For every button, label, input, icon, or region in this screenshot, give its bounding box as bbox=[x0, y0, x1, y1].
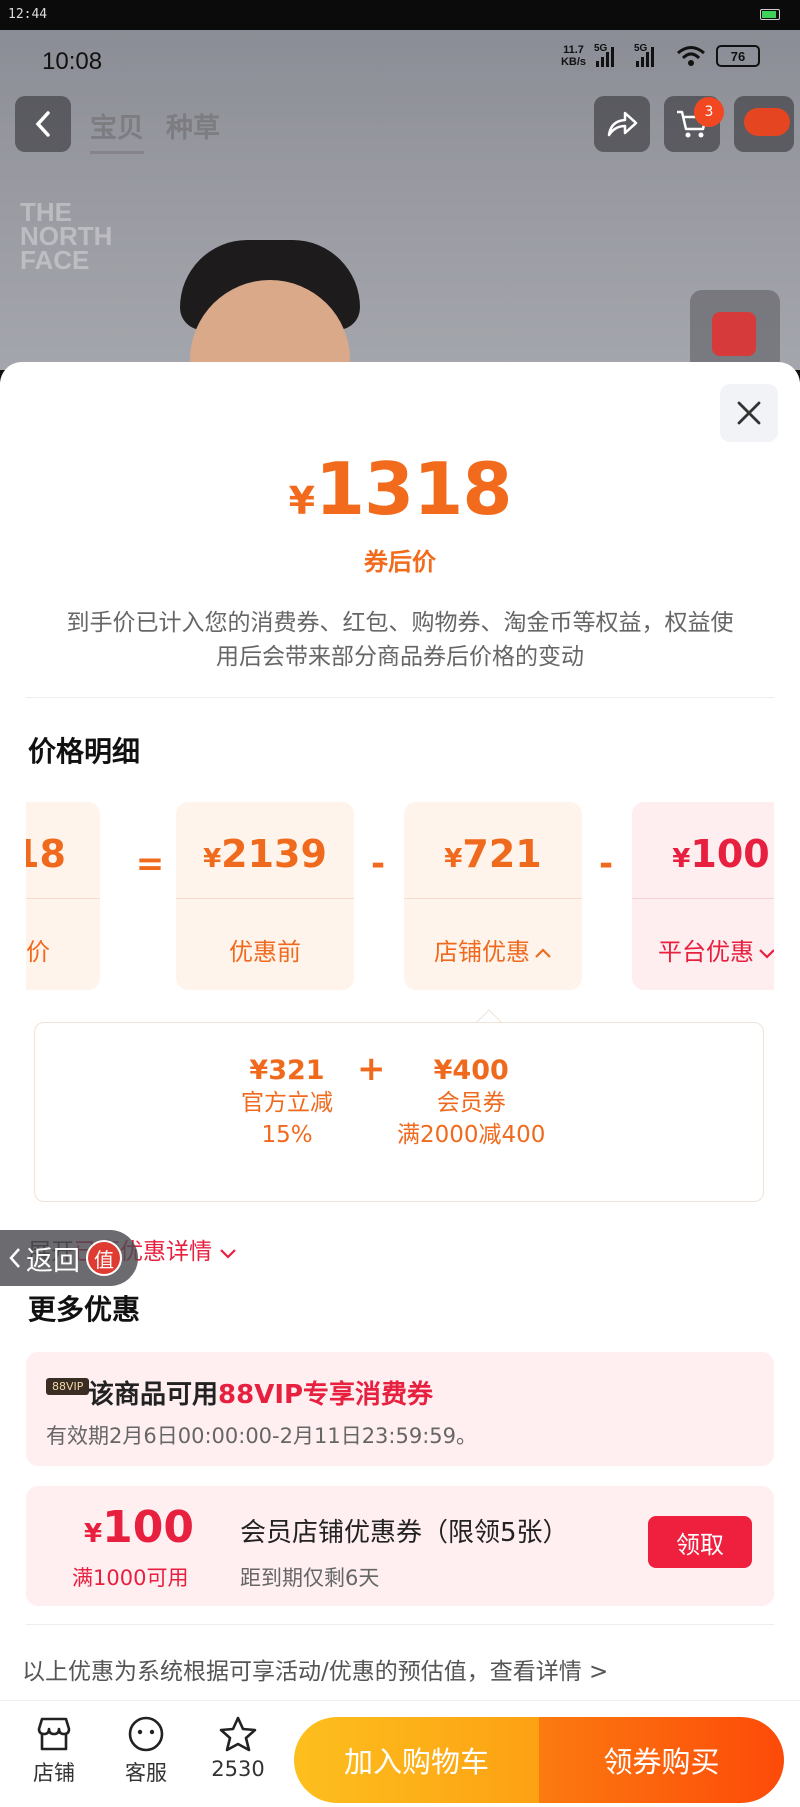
zhi-badge: 值 bbox=[86, 1240, 122, 1276]
service-icon bbox=[128, 1716, 164, 1752]
floating-back-button[interactable]: 返回 值 bbox=[0, 1230, 138, 1286]
star-icon bbox=[219, 1716, 257, 1752]
formula-before-amount: ¥2139 bbox=[203, 832, 327, 876]
final-price-amount: 1318 bbox=[315, 447, 512, 531]
formula-final-amount: 318 bbox=[26, 832, 66, 876]
breakdown-title: 价格明细 bbox=[28, 735, 141, 768]
status-time: 10:08 bbox=[42, 48, 103, 75]
net-speed: 11.7 KB/s bbox=[561, 44, 586, 68]
chevron-down-icon bbox=[220, 1249, 237, 1259]
service-label: 客服 bbox=[125, 1761, 167, 1785]
chevron-up-icon bbox=[535, 948, 551, 958]
chart-button[interactable] bbox=[690, 290, 780, 370]
formula-card-before: ¥2139 优惠前 bbox=[176, 802, 354, 990]
net-speed-unit: KB/s bbox=[560, 56, 586, 68]
formula-before-label: 优惠前 bbox=[229, 938, 301, 966]
shop-icon bbox=[37, 1717, 71, 1751]
formula-platform-amount: ¥100 bbox=[672, 832, 770, 876]
signal-icon-2: 5G bbox=[634, 43, 666, 67]
coupon-title: 会员店铺优惠券（限领5张） bbox=[240, 1518, 569, 1548]
battery-indicator: 76 bbox=[716, 45, 760, 67]
system-battery-icon bbox=[760, 9, 780, 20]
coupon-expiry: 距到期仅剩6天 bbox=[240, 1566, 380, 1590]
wifi-icon bbox=[677, 46, 705, 66]
shop-coupon-card: ¥100 满1000可用 会员店铺优惠券（限领5张） 距到期仅剩6天 领取 bbox=[26, 1486, 774, 1606]
system-strip: 12:44 bbox=[0, 0, 800, 30]
op-minus-2: - bbox=[598, 844, 614, 884]
status-bar: 10:08 11.7 KB/s 5G 5G 76 bbox=[0, 30, 800, 90]
op-equals: = bbox=[135, 844, 165, 884]
close-button[interactable] bbox=[720, 384, 778, 442]
tab-grass[interactable]: 种草 bbox=[166, 106, 220, 154]
price-formula: 318 后价 = ¥2139 优惠前 - ¥721 店铺优惠 - ¥100 平台… bbox=[26, 802, 774, 992]
message-badge bbox=[744, 108, 790, 136]
coupon-amount: ¥100 bbox=[84, 1502, 194, 1553]
formula-card-shop[interactable]: ¥721 店铺优惠 bbox=[404, 802, 582, 990]
vip-validity: 有效期2月6日00:00:00-2月11日23:59:59。 bbox=[46, 1424, 478, 1448]
op-plus: + bbox=[357, 1049, 386, 1089]
formula-card-final: 318 后价 bbox=[26, 802, 100, 990]
divider bbox=[26, 697, 774, 698]
shop-discount-detail: ¥321 官方立减 15% + ¥400 会员券 满2000减400 bbox=[34, 1022, 764, 1202]
detail-member-detail: 满2000减400 bbox=[397, 1122, 546, 1148]
divider bbox=[26, 1624, 774, 1625]
back-button[interactable] bbox=[15, 96, 71, 152]
formula-final-label: 后价 bbox=[26, 938, 50, 966]
more-title: 更多优惠 bbox=[28, 1293, 141, 1326]
share-button[interactable] bbox=[594, 96, 650, 152]
chevron-down-icon bbox=[759, 949, 774, 959]
signal-icon: 5G bbox=[594, 43, 626, 67]
claim-coupon-button[interactable]: 领取 bbox=[648, 1516, 752, 1568]
vip-voucher-card[interactable]: 88VIP 该商品可用88VIP专享消费券 有效期2月6日00:00:00-2月… bbox=[26, 1352, 774, 1466]
final-price-currency: ¥ bbox=[288, 479, 316, 523]
price-detail-sheet: ¥1318 券后价 到手价已计入您的消费券、红包、购物券、淘金币等权益，权益使用… bbox=[0, 362, 800, 1807]
coupon-condition: 满1000可用 bbox=[72, 1566, 189, 1590]
system-clock: 12:44 bbox=[8, 7, 48, 22]
chevron-left-icon bbox=[9, 1248, 20, 1268]
brand-logo: THE NORTH FACE bbox=[20, 197, 113, 275]
formula-card-platform[interactable]: ¥100 平台优惠 bbox=[632, 802, 774, 990]
detail-member-name: 会员券 bbox=[436, 1090, 506, 1116]
final-price-label: 券后价 bbox=[364, 548, 436, 576]
nav-tabs: 宝贝 种草 bbox=[90, 106, 220, 154]
op-minus-1: - bbox=[370, 844, 386, 884]
action-footer: 店铺 客服 2530 加入购物车 领券购买 bbox=[0, 1700, 800, 1807]
product-photo: THE NORTH FACE 10:08 11.7 KB/s 5G 5G 76 … bbox=[0, 30, 800, 370]
net-speed-value: 11.7 bbox=[563, 44, 584, 56]
chevron-left-icon bbox=[35, 111, 50, 137]
tab-item[interactable]: 宝贝 bbox=[90, 106, 144, 154]
price-notice: 到手价已计入您的消费券、红包、购物券、淘金币等权益，权益使用后会带来部分商品券后… bbox=[66, 610, 734, 670]
detail-item-member: ¥400 会员券 满2000减400 bbox=[397, 1055, 545, 1151]
signal-label-1: 5G bbox=[594, 43, 608, 54]
shop-button[interactable]: 店铺 bbox=[14, 1715, 94, 1787]
share-icon bbox=[607, 111, 638, 137]
signal-label-2: 5G bbox=[634, 43, 648, 54]
favorite-count: 2530 bbox=[211, 1757, 265, 1781]
formula-platform-label: 平台优惠 bbox=[632, 932, 774, 967]
final-price: ¥1318 bbox=[0, 447, 800, 531]
detail-member-value: ¥400 bbox=[433, 1055, 509, 1086]
formula-shop-label: 店铺优惠 bbox=[404, 932, 582, 967]
detail-official-detail: 15% bbox=[261, 1122, 313, 1148]
shop-label: 店铺 bbox=[33, 1761, 75, 1785]
service-button[interactable]: 客服 bbox=[106, 1715, 186, 1787]
formula-shop-amount: ¥721 bbox=[444, 832, 542, 876]
vip-title: 该商品可用88VIP专享消费券 bbox=[88, 1380, 434, 1410]
detail-official-name: 官方立减 bbox=[241, 1090, 333, 1116]
floating-back-label: 返回 bbox=[26, 1245, 80, 1277]
estimate-disclaimer-link[interactable]: 以上优惠为系统根据可享活动/优惠的预估值，查看详情 > bbox=[22, 1652, 608, 1686]
detail-official-value: ¥321 bbox=[249, 1055, 325, 1086]
detail-item-official: ¥321 官方立减 15% bbox=[241, 1055, 333, 1151]
buy-with-coupon-button[interactable]: 领券购买 bbox=[539, 1717, 784, 1803]
chart-icon bbox=[712, 312, 756, 356]
vip-badge: 88VIP bbox=[46, 1378, 90, 1395]
cart-count-badge: 3 bbox=[694, 97, 724, 127]
close-icon bbox=[737, 401, 761, 425]
add-to-cart-button[interactable]: 加入购物车 bbox=[294, 1717, 539, 1803]
favorite-button[interactable]: 2530 bbox=[198, 1715, 278, 1781]
